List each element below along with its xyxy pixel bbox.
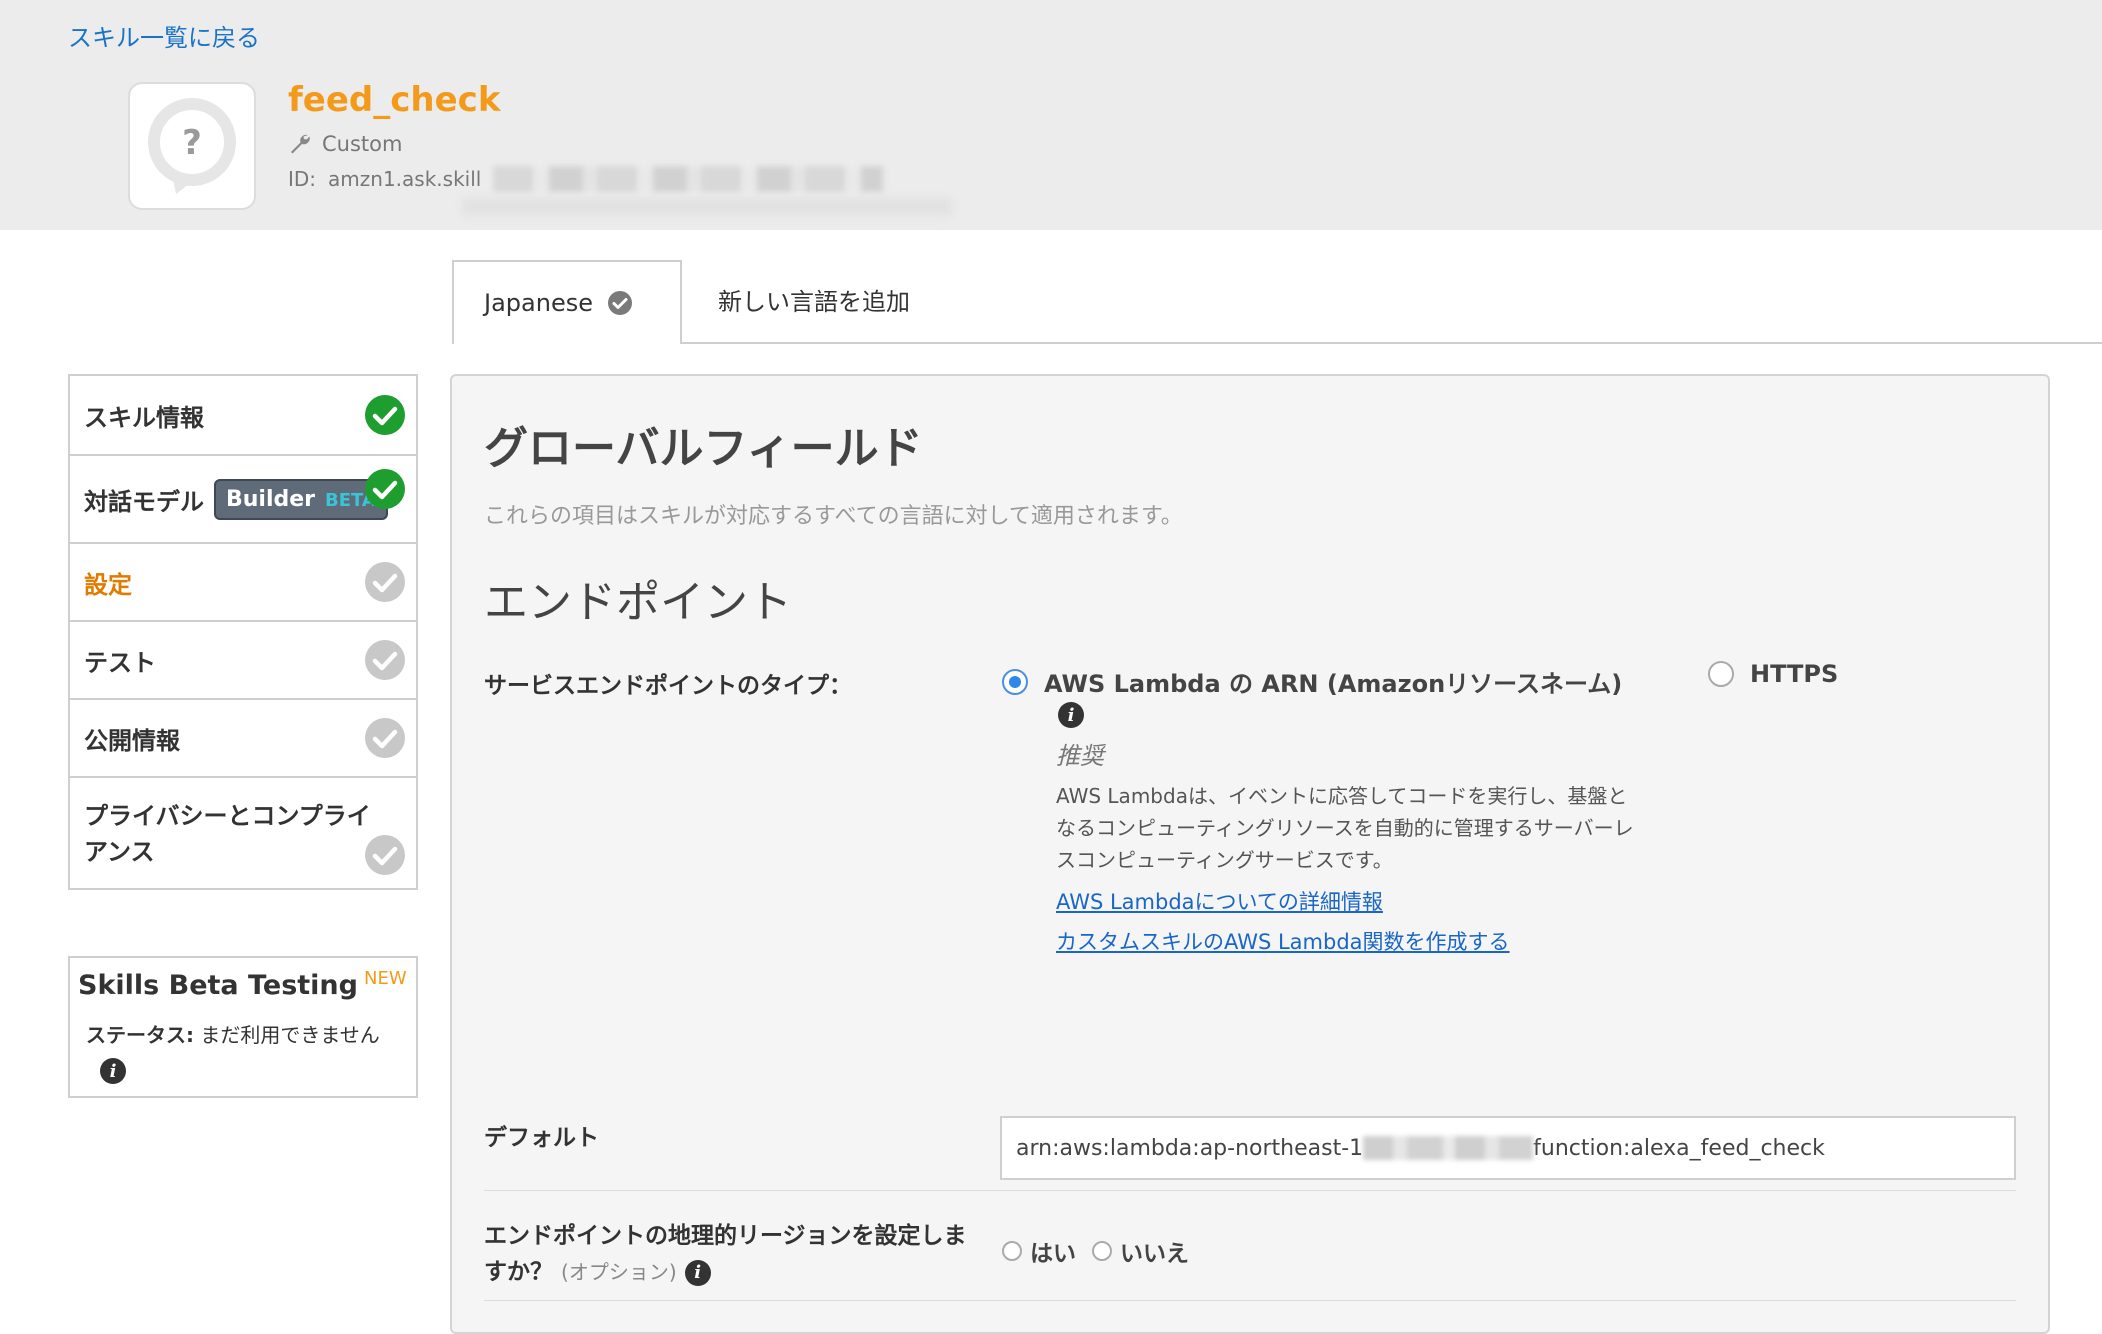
sidebar-item-interaction-model[interactable]: 対話モデル Builder BETA	[70, 456, 416, 544]
sidebar-item-privacy-compliance[interactable]: プライバシーとコンプライアンス	[70, 778, 416, 888]
sidebar-item-settings[interactable]: 設定	[70, 544, 416, 622]
default-arn-suffix: function:alexa_feed_check	[1533, 1135, 1825, 1161]
lambda-radio[interactable]	[1002, 668, 1028, 695]
beta-status: ステータス: まだ利用できません	[86, 1019, 416, 1048]
builder-beta-badge: Builder BETA	[214, 478, 388, 520]
check-circle-icon	[607, 291, 632, 315]
check-circle-icon	[365, 640, 405, 680]
tab-japanese-label: Japanese	[484, 289, 593, 317]
region-no-radio[interactable]	[1092, 1241, 1112, 1261]
divider	[484, 1190, 2016, 1191]
beta-testing-title-text: Skills Beta Testing	[78, 970, 358, 1001]
tab-divider	[452, 342, 2102, 344]
global-fields-title: グローバルフィールド	[484, 423, 923, 474]
default-endpoint-label: デフォルト	[484, 1125, 599, 1151]
question-bubble-icon: ?	[148, 98, 236, 194]
svg-text:?: ?	[182, 123, 202, 163]
https-option-label: HTTPS	[1750, 660, 1839, 688]
sidebar-item-label: 設定	[84, 570, 132, 599]
sidebar-item-skill-info[interactable]: スキル情報	[70, 376, 416, 456]
skill-header: スキル一覧に戻る ? feed_check Custom ID: amzn1.a…	[0, 0, 2102, 230]
region-setting-label: エンドポイントの地理的リージョンを設定しますか？ (オプション) i	[484, 1218, 984, 1290]
skill-type-label: Custom	[322, 132, 403, 156]
region-yes-radio[interactable]	[1002, 1241, 1022, 1261]
settings-panel: グローバルフィールド これらの項目はスキルが対応するすべての言語に対して適用され…	[450, 374, 2050, 1334]
tab-japanese[interactable]: Japanese	[452, 260, 682, 344]
builder-label: Builder	[226, 486, 316, 512]
endpoint-option-https[interactable]: HTTPS	[1708, 660, 1838, 688]
check-circle-icon	[365, 718, 405, 758]
sidebar-item-label: テスト	[84, 648, 156, 677]
region-optional: (オプション)	[561, 1260, 677, 1284]
sidebar-item-label: 公開情報	[84, 726, 180, 755]
skills-beta-testing-panel: Skills Beta Testing NEW ステータス: まだ利用できません …	[68, 956, 418, 1098]
endpoint-option-lambda[interactable]: AWS Lambda の ARN (Amazonリソースネーム)	[1002, 664, 1622, 699]
lambda-option-label: AWS Lambda の ARN (Amazonリソースネーム)	[1044, 670, 1623, 698]
skill-type: Custom	[288, 132, 402, 156]
check-circle-icon	[365, 562, 405, 602]
back-to-skills-link[interactable]: スキル一覧に戻る	[68, 18, 260, 53]
skill-id-value: amzn1.ask.skill	[328, 167, 482, 191]
default-endpoint-input[interactable]: arn:aws:lambda:ap-northeast-1 function:a…	[1000, 1116, 2016, 1180]
info-icon[interactable]: i	[684, 1259, 711, 1286]
redacted-id	[493, 166, 884, 192]
sidebar-item-test[interactable]: テスト	[70, 622, 416, 700]
region-no-label[interactable]: いいえ	[1120, 1234, 1189, 1268]
lambda-details-link[interactable]: AWS Lambdaについての詳細情報	[1056, 886, 1383, 916]
new-tag: NEW	[363, 968, 407, 989]
skill-id: ID: amzn1.ask.skill	[288, 166, 884, 192]
redacted-strip	[462, 198, 952, 216]
check-circle-icon	[365, 835, 405, 875]
default-arn-prefix: arn:aws:lambda:ap-northeast-1	[1016, 1135, 1364, 1161]
lambda-description: AWS Lambdaは、イベントに応答してコードを実行し、基盤となるコンピューテ…	[1056, 784, 1634, 872]
sidebar-nav: スキル情報 対話モデル Builder BETA 設定 テスト 公開情報 プライ…	[68, 374, 418, 890]
sidebar-item-publishing-info[interactable]: 公開情報	[70, 700, 416, 778]
skill-name: feed_check	[288, 80, 501, 120]
check-circle-icon	[365, 395, 405, 435]
region-yes-label[interactable]: はい	[1030, 1234, 1076, 1268]
sidebar-item-label: スキル情報	[84, 403, 204, 432]
https-radio[interactable]	[1708, 661, 1734, 687]
redacted-account-id	[1363, 1136, 1534, 1160]
service-endpoint-type-label: サービスエンドポイントのタイプ：	[484, 673, 852, 699]
recommended-label: 推奨	[1056, 742, 1104, 770]
tab-add-language[interactable]: 新しい言語を追加	[718, 282, 910, 317]
beta-status-label: ステータス:	[86, 1023, 194, 1047]
skill-icon: ?	[128, 82, 256, 210]
sidebar-item-label: 対話モデル	[84, 487, 204, 516]
beta-status-value: まだ利用できません	[200, 1023, 380, 1047]
info-icon[interactable]: i	[1058, 702, 1084, 728]
region-question: エンドポイントの地理的リージョンを設定しますか？	[484, 1223, 967, 1285]
region-options: はい いいえ	[1002, 1234, 1189, 1268]
check-circle-icon	[365, 469, 405, 509]
divider	[484, 1300, 2016, 1301]
beta-testing-title: Skills Beta Testing NEW	[78, 968, 416, 1001]
endpoint-title: エンドポイント	[484, 577, 792, 628]
skill-id-label: ID:	[288, 167, 317, 191]
create-lambda-function-link[interactable]: カスタムスキルのAWS Lambda関数を作成する	[1056, 926, 1510, 956]
info-icon[interactable]: i	[100, 1058, 126, 1084]
global-fields-description: これらの項目はスキルが対応するすべての言語に対して適用されます。	[484, 504, 1183, 529]
wrench-icon	[291, 134, 310, 154]
sidebar-item-label: プライバシーとコンプライアンス	[84, 802, 371, 866]
